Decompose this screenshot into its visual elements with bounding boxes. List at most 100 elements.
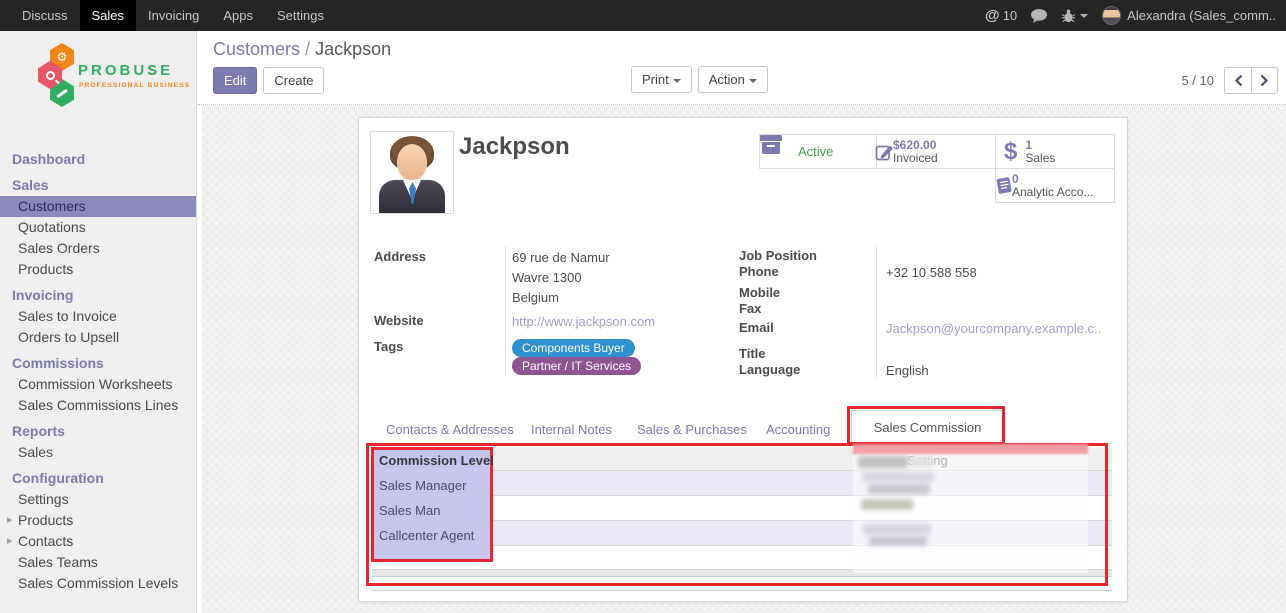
sidebar-heading-reports[interactable]: Reports [0,421,196,442]
phone-value: +32 10 588 558 [886,265,977,280]
sidebar-heading-sales[interactable]: Sales [0,175,196,196]
sidebar-item-sales-commission-levels[interactable]: Sales Commission Levels [0,573,196,594]
caret-down-icon [673,79,681,83]
breadcrumb-customers-link[interactable]: Customers [213,39,300,59]
address-line1: 69 rue de Namur [512,250,610,265]
sidebar-item-orders-to-upsell[interactable]: Orders to Upsell [0,327,196,348]
sidebar-item-quotations[interactable]: Quotations [0,217,196,238]
analytic-accounts-stat-button[interactable]: 0Analytic Acco... [995,168,1115,203]
control-panel: Customers / Jackpson Edit Create Print A… [198,31,1286,105]
commission-level-header: Commission Level [379,453,494,468]
address-label: Address [374,249,426,264]
logo-title: PROBUSE [78,62,173,79]
pager-count: 5 / 10 [1181,73,1214,88]
systray: @ 10 Alexandra (Sales_comm.. [985,0,1286,31]
archive-box-icon [768,142,790,161]
caret-down-icon [749,79,757,83]
menu-sales[interactable]: Sales [80,0,137,31]
website-label: Website [374,313,424,328]
sidebar-item-reports-sales[interactable]: Sales [0,442,196,463]
tab-internal-notes[interactable]: Internal Notes [531,422,612,437]
active-stat-button[interactable]: Active [759,134,877,169]
sidebar-item-commission-worksheets[interactable]: Commission Worksheets [0,374,196,395]
address-line3: Belgium [512,290,559,305]
top-navbar: Discuss Sales Invoicing Apps Settings @ … [0,0,1286,31]
pager-previous-button[interactable] [1224,67,1251,94]
redacted-pink-band [853,444,1088,454]
expand-arrow-icon: ▸ [7,510,13,531]
sidebar-item-sales-teams[interactable]: Sales Teams [0,552,196,573]
pager: 5 / 10 [1181,67,1278,94]
user-name: Alexandra (Sales_comm.. [1127,8,1276,23]
menu-settings[interactable]: Settings [265,0,336,31]
language-value: English [886,363,929,378]
sidebar-heading-configuration[interactable]: Configuration [0,468,196,489]
debug-bug-icon[interactable] [1061,8,1088,23]
pager-next-button[interactable] [1251,67,1278,94]
breadcrumb-separator: / [305,39,310,59]
sidebar-item-sales-to-invoice[interactable]: Sales to Invoice [0,306,196,327]
commission-level-cell[interactable]: Sales Manager [379,478,466,493]
email-label: Email [739,320,774,335]
tag-partner-it-services: Partner / IT Services [512,357,641,375]
tab-contacts-addresses[interactable]: Contacts & Addresses [386,422,514,437]
commission-level-column-highlight: Commission Level Sales Manager Sales Man… [371,447,493,562]
mention-count: 10 [1003,8,1017,23]
sales-stat-button[interactable]: $ 1Sales [995,134,1115,169]
caret-down-icon [1080,14,1088,18]
sidebar-heading-invoicing[interactable]: Invoicing [0,285,196,306]
tab-sales-commission-setting[interactable]: Sales Commission Setting [851,410,1004,445]
commission-level-cell[interactable]: Sales Man [379,503,440,518]
tab-sales-purchases[interactable]: Sales & Purchases [637,422,747,437]
breadcrumb-current: Jackpson [315,39,391,59]
sidebar-item-settings[interactable]: Settings [0,489,196,510]
job-position-label: Job Position [739,248,817,263]
edit-button[interactable]: Edit [213,67,257,94]
invoiced-stat-button[interactable]: $620.00Invoiced [876,134,996,169]
title-label: Title [739,346,766,361]
tags-label: Tags [374,339,403,354]
main-area: Customers / Jackpson Edit Create Print A… [198,31,1286,613]
sidebar-item-config-contacts[interactable]: ▸Contacts [0,531,196,552]
sidebar-nav: Dashboard Sales Customers Quotations Sal… [0,149,196,594]
mentions-counter[interactable]: @ 10 [985,7,1017,24]
tab-accounting[interactable]: Accounting [766,422,830,437]
menu-apps[interactable]: Apps [211,0,265,31]
address-line2: Wavre 1300 [512,270,582,285]
dollar-icon: $ [1004,140,1017,164]
menu-discuss[interactable]: Discuss [10,0,80,31]
at-icon: @ [985,7,1000,24]
sidebar-item-config-products[interactable]: ▸Products [0,510,196,531]
menu-invoicing[interactable]: Invoicing [136,0,211,31]
redacted-value-column [853,454,1088,573]
sidebar-item-products[interactable]: Products [0,259,196,280]
expand-arrow-icon: ▸ [7,531,13,552]
logo-subtitle: PROFESSIONAL BUSINESS [79,82,190,89]
commission-level-cell[interactable]: Callcenter Agent [379,528,474,543]
sidebar-item-customers[interactable]: Customers [0,196,196,217]
sidebar-item-sales-orders[interactable]: Sales Orders [0,238,196,259]
mobile-label: Mobile [739,285,780,300]
create-button[interactable]: Create [263,67,324,94]
sidebar-item-sales-commissions-lines[interactable]: Sales Commissions Lines [0,395,196,416]
user-avatar [1102,6,1121,25]
email-link[interactable]: Jackpson@yourcompany.example.c.. [886,321,1101,336]
chat-bubble-icon[interactable] [1031,9,1047,23]
sidebar-heading-commissions[interactable]: Commissions [0,353,196,374]
website-link[interactable]: http://www.jackpson.com [512,314,655,329]
sidebar-heading-dashboard[interactable]: Dashboard [0,149,196,170]
print-dropdown-button[interactable]: Print [631,66,692,93]
phone-label: Phone [739,264,779,279]
field-separator [505,246,506,376]
form-view-background: Jackpson Active $620.00Invoiced $ 1Sales [198,105,1286,613]
language-label: Language [739,362,800,377]
bottom-separator [372,590,1112,591]
customer-form-card: Jackpson Active $620.00Invoiced $ 1Sales [358,117,1128,602]
probuse-logo: ⚙ PROBUSE PROFESSIONAL BUSINESS [0,41,196,127]
tag-components-buyer: Components Buyer [512,339,635,357]
field-separator [876,246,877,379]
user-menu[interactable]: Alexandra (Sales_comm.. [1102,6,1276,25]
action-dropdown-button[interactable]: Action [698,66,768,93]
fax-label: Fax [739,301,761,316]
breadcrumb: Customers / Jackpson [213,39,391,60]
